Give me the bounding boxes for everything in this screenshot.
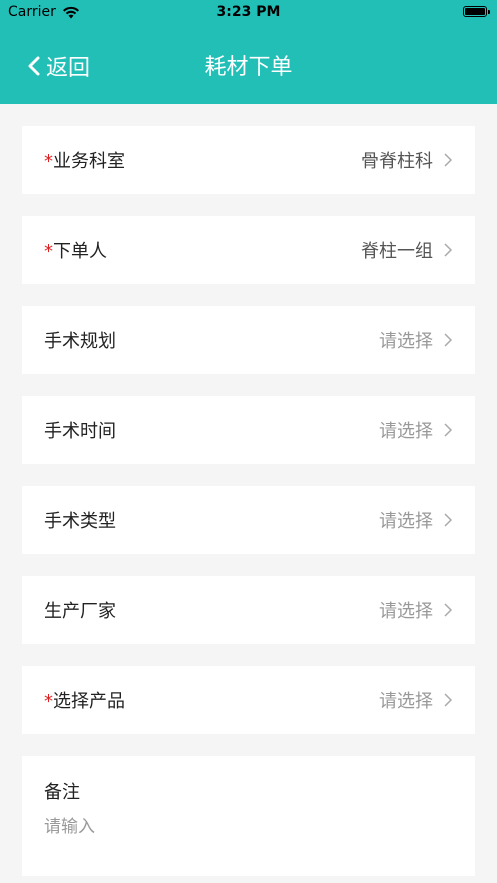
row-label: 生产厂家	[44, 597, 379, 623]
row-label: 手术类型	[44, 507, 379, 533]
note-section: 备注	[22, 756, 475, 876]
status-time: 3:23 PM	[216, 4, 281, 20]
chevron-right-icon	[444, 153, 453, 167]
app-header: Carrier 3:23 PM 返回 耗材下单	[0, 0, 497, 104]
chevron-right-icon	[444, 243, 453, 257]
row-value: 骨脊柱科	[361, 151, 433, 172]
required-mark: *	[44, 151, 53, 172]
row-label: *业务科室	[44, 147, 361, 173]
row-label: *下单人	[44, 237, 361, 263]
row-label-text: 选择产品	[53, 691, 125, 712]
chevron-right-icon	[444, 423, 453, 437]
row-label-text: 生产厂家	[44, 601, 116, 622]
row-label-text: 手术时间	[44, 421, 116, 442]
required-mark: *	[44, 241, 53, 262]
row-department[interactable]: *业务科室 骨脊柱科	[22, 126, 475, 194]
row-label-text: 业务科室	[53, 151, 125, 172]
row-label-text: 手术类型	[44, 511, 116, 532]
chevron-right-icon	[444, 603, 453, 617]
row-value: 请选择	[379, 331, 433, 352]
form-list: *业务科室 骨脊柱科 *下单人 脊柱一组 手术规划 请选择 手术时间 请选择 手…	[0, 104, 497, 876]
row-label-text: 手术规划	[44, 331, 116, 352]
page-title: 耗材下单	[204, 55, 293, 80]
status-bar: Carrier 3:23 PM	[0, 0, 497, 26]
row-label: 手术规划	[44, 327, 379, 353]
row-value: 请选择	[379, 511, 433, 532]
row-manufacturer[interactable]: 生产厂家 请选择	[22, 576, 475, 644]
row-value: 请选择	[379, 601, 433, 622]
row-value: 请选择	[379, 691, 433, 712]
row-orderer[interactable]: *下单人 脊柱一组	[22, 216, 475, 284]
row-value: 脊柱一组	[361, 241, 433, 262]
row-label: 手术时间	[44, 417, 379, 443]
row-surgery-time[interactable]: 手术时间 请选择	[22, 396, 475, 464]
chevron-right-icon	[444, 513, 453, 527]
chevron-right-icon	[444, 333, 453, 347]
row-surgery-plan[interactable]: 手术规划 请选择	[22, 306, 475, 374]
chevron-right-icon	[444, 693, 453, 707]
row-value: 请选择	[379, 421, 433, 442]
row-label-text: 下单人	[53, 241, 107, 262]
battery-icon	[463, 6, 490, 17]
row-label: *选择产品	[44, 687, 379, 713]
nav-bar: 返回 耗材下单	[0, 36, 497, 92]
row-surgery-type[interactable]: 手术类型 请选择	[22, 486, 475, 554]
note-label: 备注	[44, 782, 80, 803]
note-input[interactable]	[44, 812, 453, 872]
required-mark: *	[44, 691, 53, 712]
row-product[interactable]: *选择产品 请选择	[22, 666, 475, 734]
